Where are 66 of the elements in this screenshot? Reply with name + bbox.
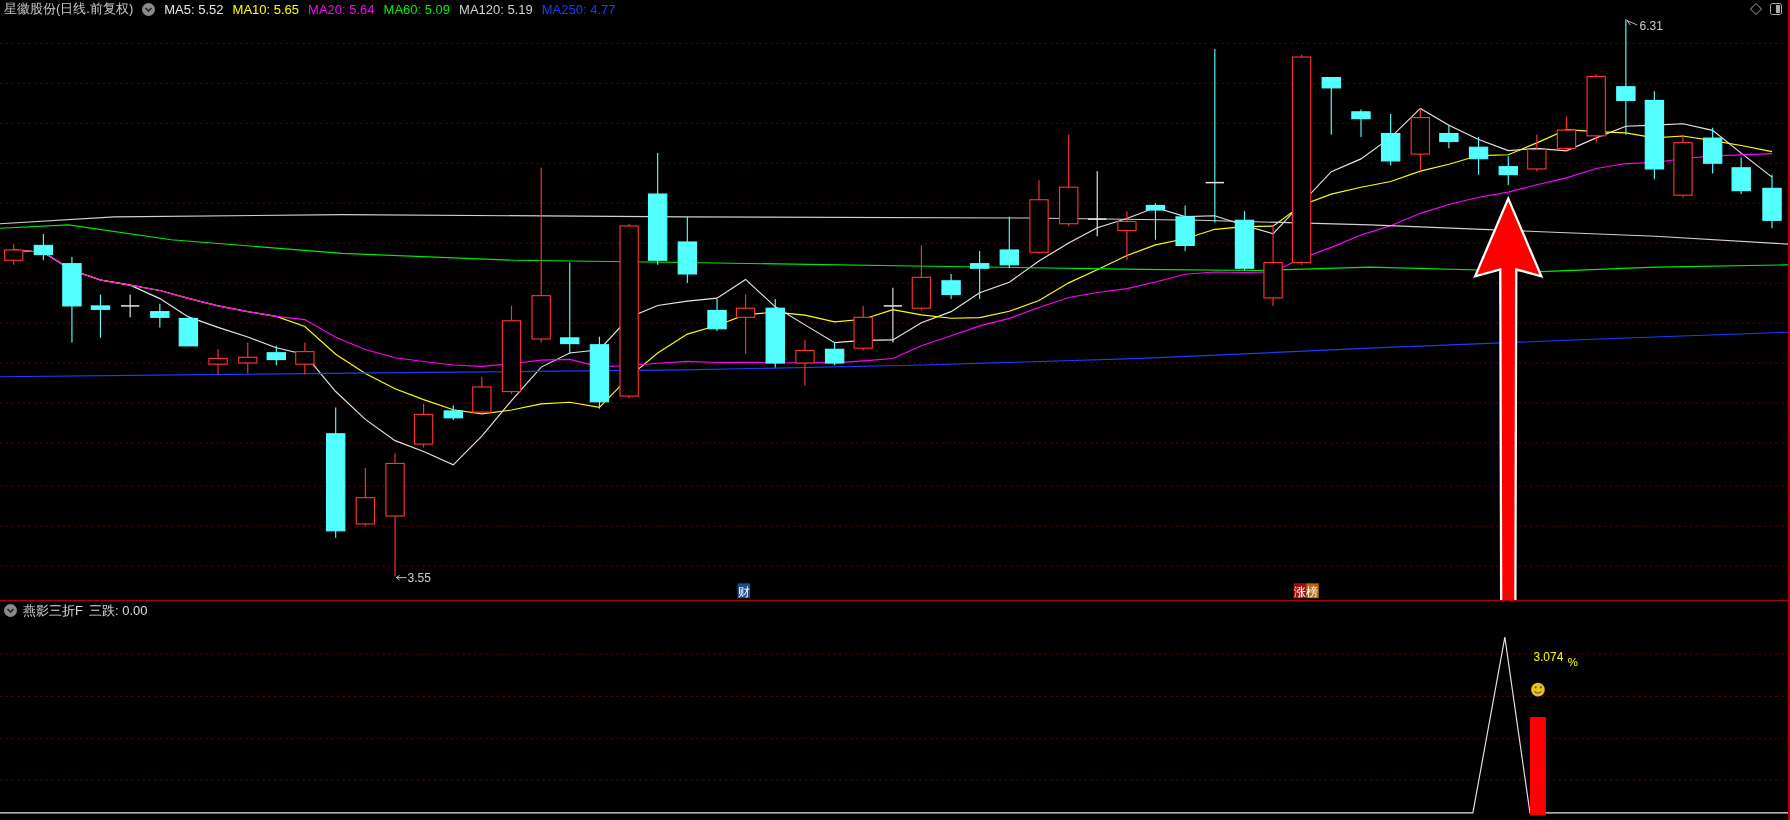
candlestick xyxy=(4,243,24,266)
candlestick xyxy=(911,244,932,312)
moving-average-value: MA60: 5.09 xyxy=(383,1,451,17)
indicator-name: 燕影三折F xyxy=(23,601,83,620)
candlestick xyxy=(1673,134,1693,199)
panel-toggle-icon[interactable] xyxy=(1770,3,1782,15)
candlestick xyxy=(1410,107,1431,172)
indicator-unit: % xyxy=(1567,655,1578,668)
candlestick xyxy=(1556,115,1577,152)
candlestick xyxy=(1702,127,1723,175)
event-tag[interactable]: 财 xyxy=(737,583,751,599)
candlestick xyxy=(1117,210,1137,261)
moving-average-value: MA20: 5.64 xyxy=(308,1,375,17)
high-price-label: 6.31 xyxy=(1639,18,1663,33)
candlestick xyxy=(824,341,845,366)
candlestick xyxy=(1087,170,1108,237)
candlestick xyxy=(150,303,170,329)
candlestick xyxy=(1527,134,1547,172)
candlestick xyxy=(853,305,873,351)
candlestick xyxy=(443,404,463,421)
candlestick xyxy=(941,273,961,300)
candlestick xyxy=(413,403,434,449)
candlestick xyxy=(1175,204,1195,252)
diamond-icon[interactable] xyxy=(1750,3,1762,15)
candlestick xyxy=(1468,136,1489,176)
candlestick xyxy=(238,341,258,374)
dropdown-icon[interactable] xyxy=(142,2,156,16)
candlestick xyxy=(999,216,1020,269)
candlestick xyxy=(735,293,756,355)
candlestick xyxy=(295,341,315,375)
candlestick xyxy=(1586,73,1606,144)
candlestick xyxy=(1731,156,1751,195)
candlestick xyxy=(266,345,286,366)
low-price-label: 3.55 xyxy=(407,571,431,586)
candlestick xyxy=(178,317,199,347)
candlestick xyxy=(1762,174,1782,229)
candlestick xyxy=(1321,77,1341,136)
moving-average-value: MA250: 4.77 xyxy=(541,1,616,17)
candlestick xyxy=(355,467,376,527)
candlestick xyxy=(795,339,815,387)
candlestick xyxy=(472,376,492,414)
stock-title: 星徽股份(日线.前复权) xyxy=(4,0,134,18)
candlestick xyxy=(90,293,111,339)
dropdown-icon[interactable] xyxy=(4,604,17,617)
candlestick xyxy=(1351,109,1371,138)
candlestick xyxy=(120,293,141,318)
candlestick xyxy=(765,298,785,369)
indicator-reading: 三跌: 0.00 xyxy=(88,601,148,620)
candlestick xyxy=(1380,113,1401,167)
leader-line xyxy=(1626,20,1638,26)
moving-average-value: MA5: 5.52 xyxy=(164,1,224,17)
candlestick xyxy=(33,233,54,261)
moving-average-value: MA10: 5.65 xyxy=(232,1,300,17)
candlestick xyxy=(208,348,228,375)
indicator-value: 3.074 xyxy=(1533,650,1564,665)
candlestick xyxy=(883,287,903,343)
smiley-icon xyxy=(1531,682,1545,697)
candlestick xyxy=(1439,124,1459,149)
candlestick xyxy=(707,298,727,332)
candlestick xyxy=(969,250,990,300)
candlestick xyxy=(1145,202,1166,241)
candlestick xyxy=(677,216,698,284)
moving-average-value: MA120: 5.19 xyxy=(459,1,533,17)
candlestick xyxy=(1498,155,1518,186)
leader-line xyxy=(395,574,407,581)
candlestick xyxy=(1234,210,1255,272)
